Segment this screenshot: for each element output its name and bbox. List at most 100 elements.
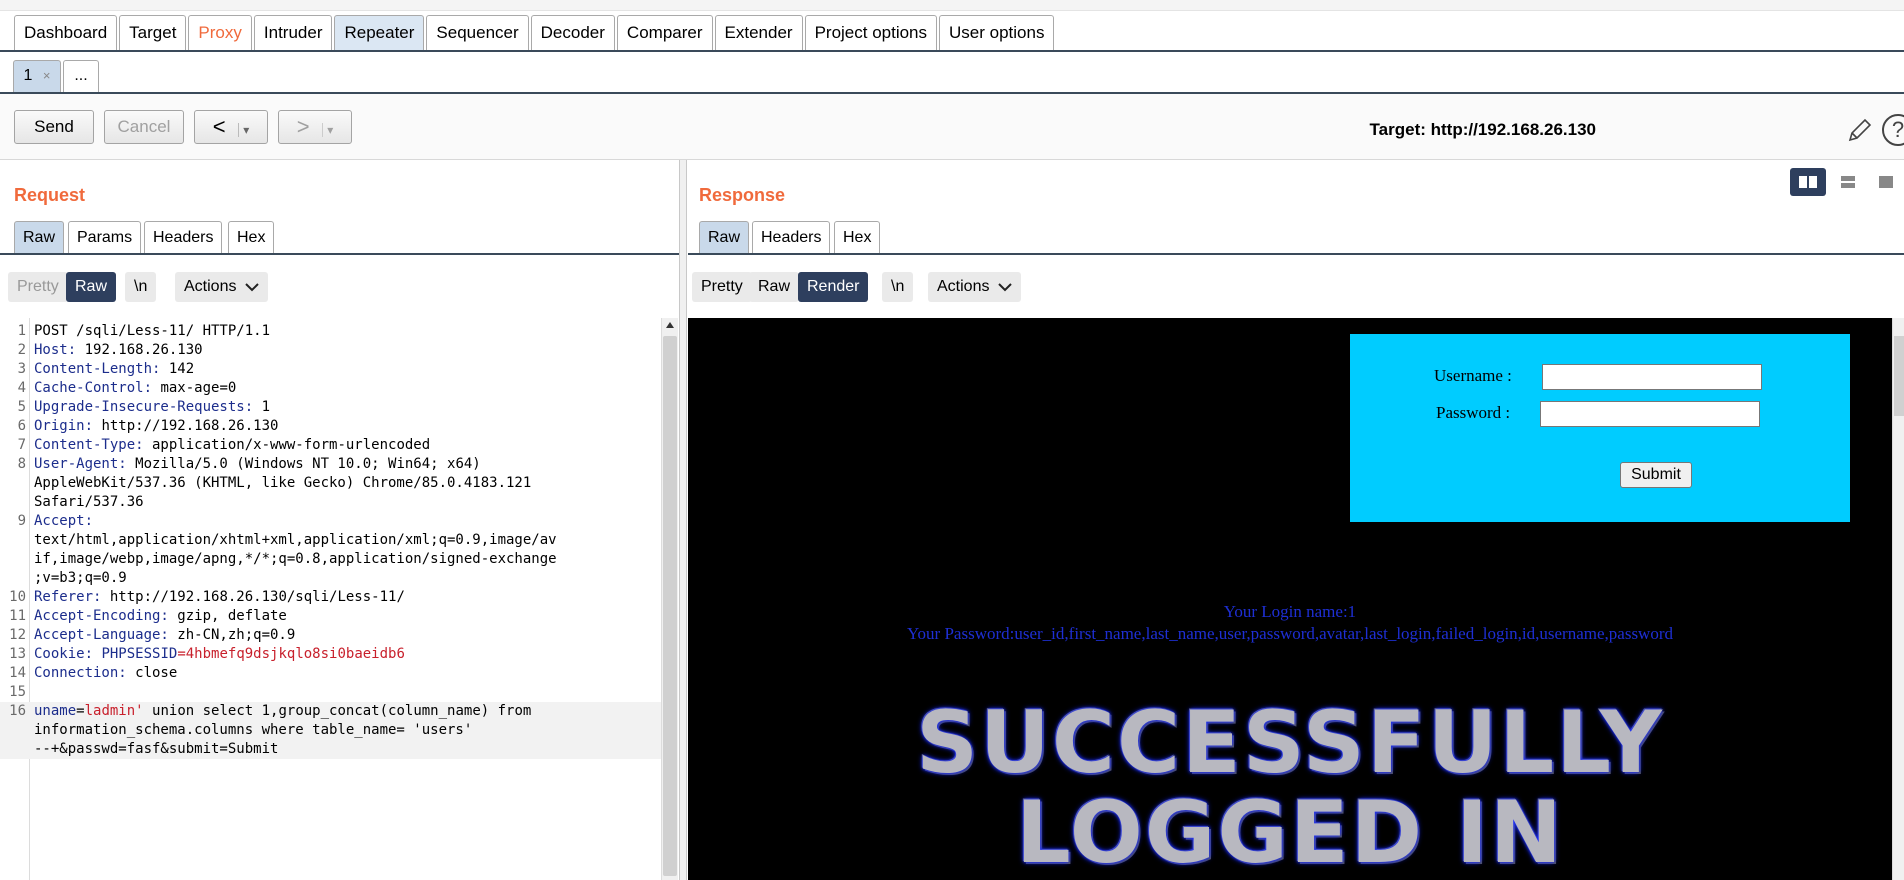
request-tab-hex[interactable]: Hex bbox=[228, 221, 275, 254]
forward-dropdown-icon[interactable]: ▾ bbox=[322, 123, 334, 137]
panel-splitter[interactable] bbox=[679, 160, 687, 880]
forward-button[interactable]: > ▾ bbox=[278, 110, 352, 144]
tab-target[interactable]: Target bbox=[119, 15, 187, 50]
scroll-up-icon[interactable] bbox=[665, 320, 675, 330]
tab-decoder[interactable]: Decoder bbox=[530, 15, 615, 50]
request-line[interactable]: text/html,application/xhtml+xml,applicat… bbox=[0, 531, 661, 550]
response-render-button[interactable]: Render bbox=[798, 272, 869, 302]
header-name: Cache-Control: bbox=[34, 380, 153, 396]
back-dropdown-icon[interactable]: ▾ bbox=[238, 123, 250, 137]
response-scrollbar[interactable] bbox=[1892, 318, 1904, 880]
line-value: POST /sqli/Less-11/ HTTP/1.1 bbox=[34, 323, 271, 339]
request-scroll-thumb[interactable] bbox=[663, 336, 677, 876]
request-line[interactable]: 8 User-Agent: Mozilla/5.0 (Windows NT 10.… bbox=[0, 455, 661, 474]
side-by-side-layout-icon[interactable] bbox=[1790, 168, 1826, 196]
line-value: http://192.168.26.130/sqli/Less-11/ bbox=[101, 589, 405, 605]
line-value: http://192.168.26.130 bbox=[93, 418, 279, 434]
response-tab-headers[interactable]: Headers bbox=[752, 221, 831, 254]
request-line[interactable]: 9 Accept: bbox=[0, 512, 661, 531]
request-line[interactable]: --+&passwd=fasf&submit=Submit bbox=[0, 740, 661, 759]
tab-repeater[interactable]: Repeater bbox=[334, 15, 425, 50]
cancel-button[interactable]: Cancel bbox=[104, 110, 184, 144]
line-number: 14 bbox=[9, 665, 26, 681]
request-line[interactable]: if,image/webp,image/apng,*/*;q=0.8,appli… bbox=[0, 550, 661, 569]
line-content: Accept-Encoding: gzip, deflate bbox=[34, 607, 287, 626]
line-value: text/html,application/xhtml+xml,applicat… bbox=[34, 532, 557, 548]
response-raw-button[interactable]: Raw bbox=[749, 272, 800, 302]
line-value: 1 bbox=[253, 399, 271, 415]
send-button[interactable]: Send bbox=[14, 110, 94, 144]
request-line[interactable]: 6 Origin: http://192.168.26.130 bbox=[0, 417, 661, 436]
request-line[interactable]: 7 Content-Type: application/x-www-form-ur… bbox=[0, 436, 661, 455]
submit-button[interactable]: Submit bbox=[1620, 462, 1692, 488]
request-line[interactable]: 5 Upgrade-Insecure-Requests: 1 bbox=[0, 398, 661, 417]
request-tab-params[interactable]: Params bbox=[68, 221, 142, 254]
request-tab-raw[interactable]: Raw bbox=[14, 221, 65, 254]
response-newline-button[interactable]: \n bbox=[882, 272, 914, 302]
line-number: 3 bbox=[17, 361, 26, 377]
request-line[interactable]: 13 Cookie: PHPSESSID=4hbmefq9dsjkqlo8si0b… bbox=[0, 645, 661, 664]
request-line[interactable]: 3 Content-Length: 142 bbox=[0, 360, 661, 379]
request-line[interactable]: 11 Accept-Encoding: gzip, deflate bbox=[0, 607, 661, 626]
tab-sequencer[interactable]: Sequencer bbox=[426, 15, 529, 50]
help-icon[interactable]: ? bbox=[1882, 114, 1904, 146]
response-tab-raw[interactable]: Raw bbox=[699, 221, 750, 254]
line-content: Cookie: PHPSESSID=4hbmefq9dsjkqlo8si0bae… bbox=[34, 645, 405, 664]
new-tab-button[interactable]: ... bbox=[63, 60, 99, 92]
request-line[interactable]: Safari/537.36 bbox=[0, 493, 661, 512]
request-line[interactable]: AppleWebKit/537.36 (KHTML, like Gecko) C… bbox=[0, 474, 661, 493]
password-input[interactable] bbox=[1540, 401, 1760, 427]
tab-intruder[interactable]: Intruder bbox=[253, 15, 333, 50]
username-input[interactable] bbox=[1542, 364, 1762, 390]
request-line[interactable]: 12 Accept-Language: zh-CN,zh;q=0.9 bbox=[0, 626, 661, 645]
request-line[interactable]: 1 POST /sqli/Less-11/ HTTP/1.1 bbox=[0, 322, 661, 341]
line-content: AppleWebKit/537.36 (KHTML, like Gecko) C… bbox=[34, 474, 531, 493]
request-raw-button[interactable]: Raw bbox=[66, 272, 117, 302]
line-content: ;v=b3;q=0.9 bbox=[34, 569, 127, 588]
request-pretty-button[interactable]: Pretty bbox=[8, 272, 68, 302]
request-line[interactable]: 15 bbox=[0, 683, 661, 702]
line-value: application/x-www-form-urlencoded bbox=[143, 437, 431, 453]
request-line[interactable]: ;v=b3;q=0.9 bbox=[0, 569, 661, 588]
request-editor[interactable]: 1 POST /sqli/Less-11/ HTTP/1.1 2 Host: 192.… bbox=[0, 318, 661, 880]
line-content: Upgrade-Insecure-Requests: 1 bbox=[34, 398, 270, 417]
request-tab-headers[interactable]: Headers bbox=[144, 221, 223, 254]
tab-proxy[interactable]: Proxy bbox=[188, 15, 252, 50]
request-actions-button[interactable]: Actions bbox=[175, 272, 269, 302]
close-icon[interactable]: × bbox=[43, 68, 51, 83]
line-content: uname=ladmin' union select 1,group_conca… bbox=[34, 702, 531, 721]
login-name-text: Your Login name:1 bbox=[1223, 602, 1357, 621]
tab-extender[interactable]: Extender bbox=[714, 15, 803, 50]
response-scroll-thumb[interactable] bbox=[1894, 336, 1904, 416]
tab-dashboard[interactable]: Dashboard bbox=[14, 15, 118, 50]
line-number: 12 bbox=[9, 627, 26, 643]
request-line[interactable]: 16 uname=ladmin' union select 1,group_con… bbox=[0, 702, 661, 721]
request-scrollbar[interactable] bbox=[661, 318, 678, 880]
repeater-tab-label: 1 bbox=[23, 67, 33, 84]
request-title: Request bbox=[14, 185, 86, 205]
back-button[interactable]: < ▾ bbox=[194, 110, 268, 144]
line-number: 2 bbox=[17, 342, 26, 358]
request-newline-button[interactable]: \n bbox=[125, 272, 157, 302]
line-number: 15 bbox=[9, 684, 26, 700]
line-number: 10 bbox=[9, 589, 26, 605]
tab-user-options[interactable]: User options bbox=[939, 15, 1055, 50]
request-line[interactable]: 4 Cache-Control: max-age=0 bbox=[0, 379, 661, 398]
response-pretty-button[interactable]: Pretty bbox=[692, 272, 752, 302]
request-line[interactable]: 10 Referer: http://192.168.26.130/sqli/Le… bbox=[0, 588, 661, 607]
tab-comparer[interactable]: Comparer bbox=[616, 15, 713, 50]
tabs-layout-icon[interactable] bbox=[1868, 168, 1904, 196]
request-line[interactable]: 14 Connection: close bbox=[0, 664, 661, 683]
top-bottom-layout-icon[interactable] bbox=[1830, 168, 1866, 196]
request-actions-label: Actions bbox=[184, 278, 237, 295]
repeater-tab-1[interactable]: 1 × bbox=[13, 60, 61, 92]
request-line[interactable]: 2 Host: 192.168.26.130 bbox=[0, 341, 661, 360]
edit-target-icon[interactable] bbox=[1846, 116, 1874, 144]
response-actions-button[interactable]: Actions bbox=[928, 272, 1022, 302]
tab-project-options[interactable]: Project options bbox=[804, 15, 938, 50]
request-line[interactable]: information_schema.columns where table_n… bbox=[0, 721, 661, 740]
line-content: POST /sqli/Less-11/ HTTP/1.1 bbox=[34, 322, 270, 341]
username-label: Username : bbox=[1434, 366, 1512, 385]
rendered-response: Username : Password : Submit Your Login … bbox=[688, 318, 1892, 880]
response-tab-hex[interactable]: Hex bbox=[834, 221, 881, 254]
